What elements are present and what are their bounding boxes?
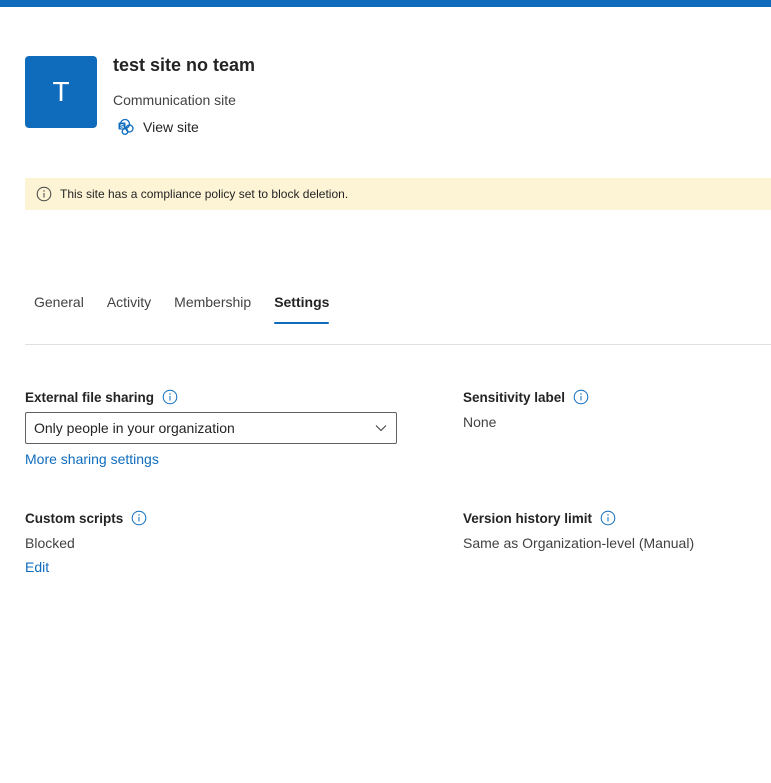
site-avatar: T (25, 56, 97, 128)
view-site-label: View site (143, 119, 199, 135)
external-sharing-label-row: External file sharing (25, 389, 178, 405)
version-history-label: Version history limit (463, 510, 593, 526)
tab-settings[interactable]: Settings (274, 290, 330, 324)
tab-divider (25, 344, 771, 345)
site-type: Communication site (113, 92, 236, 108)
site-title: test site no team (113, 55, 256, 75)
more-sharing-settings-link[interactable]: More sharing settings (25, 451, 159, 467)
sharepoint-icon: S (117, 118, 135, 136)
tab-activity[interactable]: Activity (107, 290, 151, 324)
custom-scripts-info-icon[interactable] (131, 510, 147, 526)
custom-scripts-edit-link[interactable]: Edit (25, 559, 49, 575)
custom-scripts-label: Custom scripts (25, 510, 124, 526)
external-sharing-selected: Only people in your organization (34, 420, 235, 436)
sensitivity-label: Sensitivity label (463, 389, 566, 405)
sensitivity-value: None (463, 414, 497, 430)
tab-list: General Activity Membership Settings (25, 290, 343, 324)
sensitivity-info-icon[interactable] (573, 389, 589, 405)
version-history-info-icon[interactable] (600, 510, 616, 526)
avatar-letter: T (52, 76, 70, 107)
sensitivity-label-row: Sensitivity label (463, 389, 589, 405)
banner-text: This site has a compliance policy set to… (60, 187, 349, 201)
info-icon (36, 186, 52, 202)
custom-scripts-label-row: Custom scripts (25, 510, 147, 526)
version-history-label-row: Version history limit (463, 510, 616, 526)
external-sharing-label: External file sharing (25, 389, 155, 405)
svg-text:S: S (120, 124, 124, 130)
view-site-link[interactable]: S View site (117, 118, 199, 136)
tab-membership[interactable]: Membership (174, 290, 251, 324)
tab-general[interactable]: General (34, 290, 84, 324)
external-sharing-info-icon[interactable] (162, 389, 178, 405)
chevron-down-icon (374, 421, 388, 435)
top-accent-bar (0, 0, 771, 7)
compliance-banner: This site has a compliance policy set to… (25, 178, 771, 210)
custom-scripts-value: Blocked (25, 535, 75, 551)
external-sharing-dropdown[interactable]: Only people in your organization (25, 412, 397, 444)
version-history-value: Same as Organization-level (Manual) (463, 535, 695, 551)
